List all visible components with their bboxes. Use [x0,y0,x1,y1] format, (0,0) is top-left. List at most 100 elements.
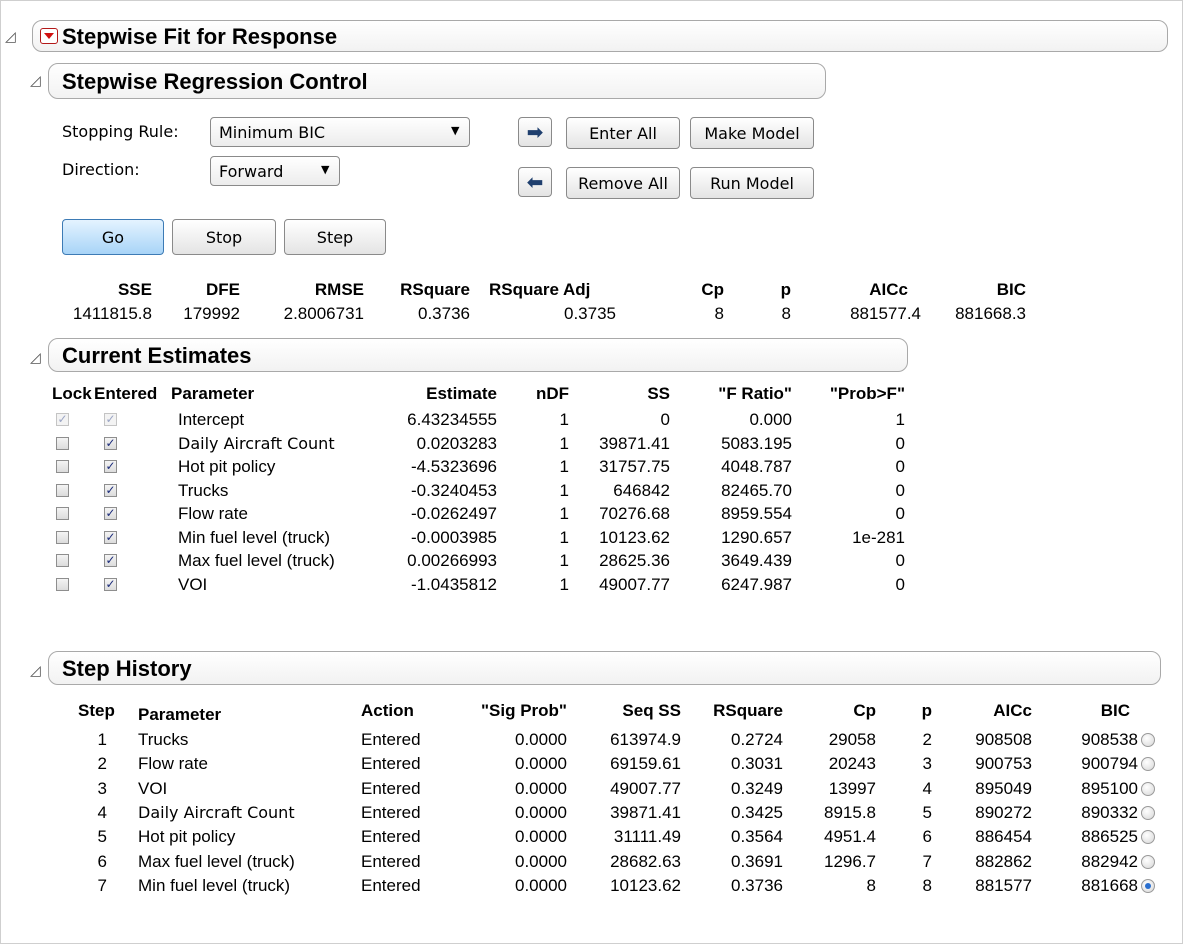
rsquare-value: 0.3031 [731,754,783,774]
collapse-triangle-icon[interactable]: ◿ [30,349,41,366]
stopping-rule-select[interactable]: Minimum BIC ▼ [210,117,470,147]
estimate-value: -1.0435812 [410,574,497,594]
step-select-radio[interactable] [1141,878,1155,893]
col-lock: Lock [52,384,92,403]
entered-checkbox[interactable]: ✓ [104,436,117,450]
step-history-header[interactable] [48,651,1161,685]
enter-arrow-button[interactable]: ➡ [518,117,552,147]
summary-header-bic: BIC [996,280,1026,299]
lock-checkbox[interactable] [56,483,69,497]
cp-value: 8 [866,875,876,895]
aicc-value: 882862 [975,851,1032,871]
parameter-name: Daily Aircraft Count [178,433,335,453]
sig-prob-value: 0.0000 [515,827,567,847]
aicc-value: 886454 [975,827,1032,847]
parameter-name: Trucks [178,480,229,500]
col-aicc: AICc [993,701,1032,720]
step-select-radio[interactable] [1141,733,1155,747]
parameter-name: VOI [138,778,168,798]
summary-header-aicc: AICc [869,280,908,299]
col-estimate: Estimate [426,384,497,403]
lock-checkbox[interactable] [56,530,69,544]
step-select-radio[interactable] [1141,805,1155,820]
prob-f-value: 0 [895,574,905,594]
sig-prob-value: 0.0000 [515,802,567,822]
step-select-radio[interactable] [1141,854,1155,869]
action-value: Entered [361,778,421,798]
step-button[interactable]: Step [284,219,386,255]
entered-checkbox[interactable]: ✓ [104,530,117,544]
ss-value: 10123.62 [599,527,670,547]
ndf-value: 1 [559,433,569,453]
parameter-name: Flow rate [138,754,208,774]
collapse-triangle-icon[interactable]: ◿ [5,28,16,45]
action-value: Entered [361,754,421,774]
current-estimates-title: Current Estimates [62,343,252,368]
direction-select[interactable]: Forward ▼ [210,156,340,186]
bic-value: 882942 [1081,851,1138,871]
step-number: 2 [97,754,107,774]
lock-checkbox[interactable] [56,554,69,567]
entered-checkbox[interactable]: ✓ [104,460,117,473]
action-value: Entered [361,851,421,871]
enter-all-button[interactable]: Enter All [566,117,680,149]
col-p: p [921,701,932,720]
remove-arrow-button[interactable]: ⬅ [518,167,552,197]
seq-ss-value: 49007.77 [610,778,681,798]
step-history-title: Step History [62,656,192,681]
lock-checkbox[interactable] [56,577,69,591]
rsquare-value: 0.3249 [731,778,783,798]
ss-value: 28625.36 [599,551,670,570]
entered-checkbox[interactable]: ✓ [104,554,117,567]
cp-value: 13997 [828,778,876,798]
lock-checkbox[interactable] [56,436,69,450]
ndf-value: 1 [559,480,569,500]
entered-checkbox[interactable]: ✓ [104,483,117,497]
prob-f-value: 0 [895,433,905,453]
step-number: 7 [97,875,107,895]
stop-button[interactable]: Stop [172,219,276,255]
make-model-button[interactable]: Make Model [690,117,814,149]
step-select-radio[interactable] [1141,781,1155,796]
f-ratio-value: 6247.987 [721,574,792,594]
lock-checkbox[interactable] [56,460,69,473]
f-ratio-value: 1290.657 [721,527,792,547]
remove-all-button[interactable]: Remove All [566,167,680,199]
seq-ss-value: 10123.62 [610,875,681,895]
entered-checkbox[interactable]: ✓ [104,507,117,520]
lock-checkbox[interactable] [56,507,69,520]
summary-header-rmse: RMSE [314,280,364,299]
parameter-name: Min fuel level (truck) [138,875,291,895]
ndf-value: 1 [559,551,569,570]
bic-value: 895100 [1081,778,1138,798]
seq-ss-value: 39871.41 [610,802,681,822]
collapse-triangle-icon[interactable]: ◿ [30,72,41,89]
summary-header-cp: Cp [701,280,724,299]
p-value: 2 [922,730,932,749]
report-title: Stepwise Fit for Response [62,24,338,49]
p-value: 8 [922,875,932,895]
prob-f-value: 0 [895,504,905,523]
step-number: 1 [97,730,107,749]
chevron-down-icon: ▼ [451,124,460,137]
f-ratio-value: 8959.554 [721,504,792,523]
red-triangle-menu-icon[interactable] [40,28,58,44]
ss-value: 39871.41 [599,433,670,453]
entered-checkbox: ✓ [104,412,117,426]
estimate-value: -0.0262497 [410,504,497,523]
go-button[interactable]: Go [62,219,164,255]
entered-checkbox[interactable]: ✓ [104,577,117,591]
parameter-name: Trucks [138,730,189,749]
p-value: 4 [922,778,932,798]
seq-ss-value: 28682.63 [610,851,681,871]
col-step: Step [78,701,115,720]
run-model-button[interactable]: Run Model [690,167,814,199]
summary-header-p: p [780,280,791,299]
col-bic: BIC [1100,701,1130,720]
collapse-triangle-icon[interactable]: ◿ [30,662,41,679]
f-ratio-value: 4048.787 [721,457,792,476]
parameter-name: Max fuel level (truck) [178,551,335,570]
ss-value: 49007.77 [599,574,670,594]
direction-value: Forward [219,162,284,181]
action-value: Entered [361,730,421,749]
